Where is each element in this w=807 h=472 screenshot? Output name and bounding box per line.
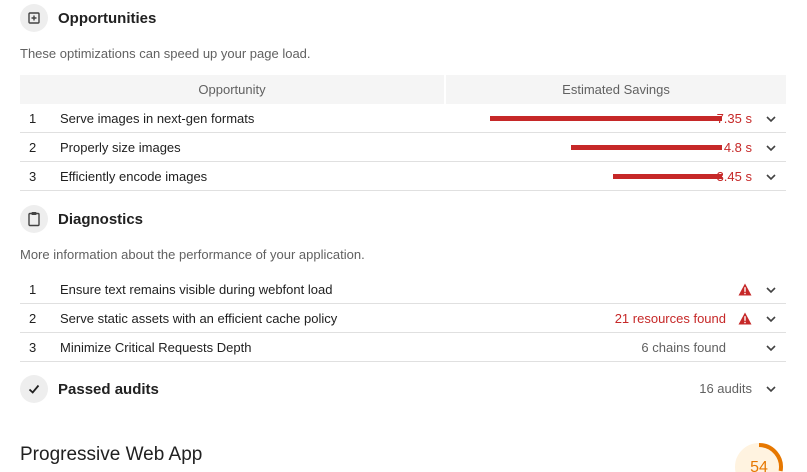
savings-bar bbox=[571, 145, 722, 150]
row-title: Serve static assets with an efficient ca… bbox=[60, 310, 338, 326]
savings-value: 4.8 s bbox=[723, 140, 752, 155]
opportunity-row[interactable]: 1 Serve images in next-gen formats 7.35 … bbox=[20, 104, 786, 133]
diagnostics-description: More information about the performance o… bbox=[20, 247, 365, 262]
row-number: 3 bbox=[29, 339, 37, 355]
opportunities-description: These optimizations can speed up your pa… bbox=[20, 46, 311, 61]
passed-audits-count: 16 audits bbox=[699, 381, 752, 396]
opportunity-row[interactable]: 3 Efficiently encode images 3.45 s bbox=[20, 162, 786, 191]
row-number: 3 bbox=[29, 168, 37, 184]
diagnostic-row[interactable]: 1 Ensure text remains visible during web… bbox=[20, 275, 786, 304]
opportunities-table-header: Opportunity Estimated Savings bbox=[20, 75, 786, 104]
row-title: Serve images in next-gen formats bbox=[60, 110, 255, 126]
diagnostics-header: Diagnostics bbox=[20, 205, 143, 233]
row-title: Minimize Critical Requests Depth bbox=[60, 339, 252, 355]
diagnostics-title: Diagnostics bbox=[58, 210, 144, 228]
diagnostic-row[interactable]: 3 Minimize Critical Requests Depth 6 cha… bbox=[20, 333, 786, 362]
chevron-down-icon[interactable] bbox=[764, 312, 778, 326]
diagnostic-row[interactable]: 2 Serve static assets with an efficient … bbox=[20, 304, 786, 333]
row-detail: 21 resources found bbox=[614, 311, 726, 326]
opportunity-column-header: Opportunity bbox=[20, 75, 444, 104]
opportunities-title: Opportunities bbox=[58, 9, 157, 27]
opportunity-row[interactable]: 2 Properly size images 4.8 s bbox=[20, 133, 786, 162]
chevron-down-icon[interactable] bbox=[764, 170, 778, 184]
passed-audits-row[interactable]: Passed audits 16 audits bbox=[20, 374, 786, 404]
opportunity-icon bbox=[20, 4, 48, 32]
chevron-down-icon[interactable] bbox=[764, 341, 778, 355]
row-title: Ensure text remains visible during webfo… bbox=[60, 281, 333, 297]
pwa-section-title: Progressive Web App bbox=[20, 444, 203, 465]
savings-bar bbox=[613, 174, 722, 179]
chevron-down-icon[interactable] bbox=[764, 283, 778, 297]
warning-icon bbox=[738, 312, 752, 325]
row-detail: 6 chains found bbox=[641, 340, 726, 355]
savings-column-header: Estimated Savings bbox=[446, 75, 786, 104]
checkmark-icon bbox=[20, 375, 48, 403]
savings-value: 7.35 s bbox=[716, 111, 752, 126]
row-number: 1 bbox=[29, 110, 37, 126]
chevron-down-icon[interactable] bbox=[764, 112, 778, 126]
passed-audits-title: Passed audits bbox=[58, 380, 159, 398]
warning-icon bbox=[738, 283, 752, 296]
chevron-down-icon[interactable] bbox=[764, 141, 778, 155]
row-title: Efficiently encode images bbox=[60, 168, 208, 184]
row-number: 1 bbox=[29, 281, 37, 297]
row-number: 2 bbox=[29, 310, 37, 326]
row-title: Properly size images bbox=[60, 139, 181, 155]
pwa-score-value: 54 bbox=[750, 459, 768, 472]
clipboard-icon bbox=[20, 205, 48, 233]
savings-value: 3.45 s bbox=[716, 169, 752, 184]
opportunities-header: Opportunities bbox=[20, 4, 156, 32]
pwa-score-gauge[interactable]: 54 bbox=[733, 441, 785, 472]
savings-bar bbox=[490, 116, 722, 121]
chevron-down-icon[interactable] bbox=[764, 382, 778, 396]
row-number: 2 bbox=[29, 139, 37, 155]
